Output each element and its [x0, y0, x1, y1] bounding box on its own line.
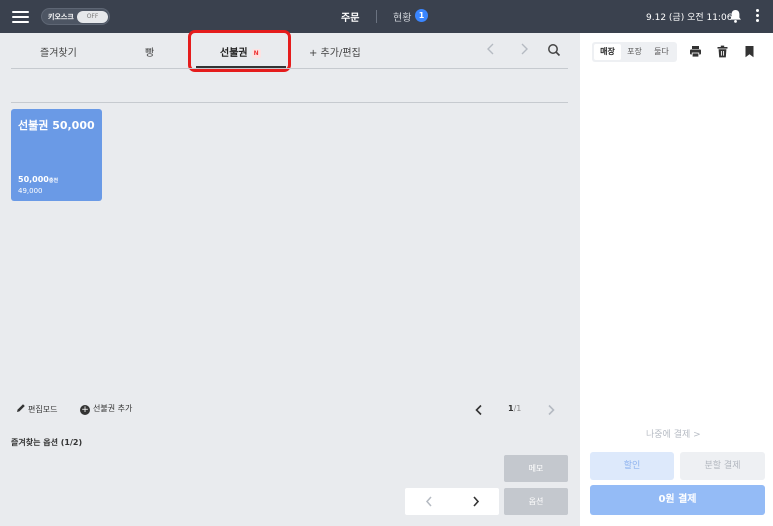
chevron-right-icon[interactable]	[517, 42, 531, 56]
options-prev-icon[interactable]	[424, 495, 434, 508]
top-bar: 키오스크 OFF 주문 현황 1 9.12 (금) 오전 11:06	[0, 0, 773, 33]
page-indicator: 1/1	[508, 404, 521, 413]
kiosk-label: 키오스크	[48, 13, 74, 21]
product-price-suffix: 충전	[48, 178, 59, 184]
split-payment-button[interactable]: 분할 결제	[680, 452, 765, 480]
plus-circle-icon: +	[80, 405, 90, 415]
top-divider	[376, 10, 377, 23]
product-name: 선불권 50,000	[18, 119, 95, 132]
datetime-label: 9.12 (금) 오전 11:06	[646, 13, 733, 23]
product-price-value: 50,000	[18, 175, 49, 184]
tab-add-edit[interactable]: + 추가/편집	[309, 44, 361, 59]
highlight-annotation	[188, 30, 291, 72]
product-tile[interactable]: 선불권 50,000 50,000충전 49,000	[11, 109, 102, 201]
order-type-selector: 매장 포장 둘다	[592, 42, 677, 62]
page-prev-icon[interactable]	[474, 404, 484, 416]
bell-icon[interactable]	[729, 9, 742, 23]
product-price: 50,000충전	[18, 175, 58, 184]
search-icon[interactable]	[547, 43, 561, 57]
options-button[interactable]: 옵션	[504, 488, 568, 515]
product-sub-price: 49,000	[18, 187, 43, 195]
edit-mode-button[interactable]: 편집모드	[16, 403, 57, 415]
add-prepaid-label: 선불권 추가	[93, 404, 133, 413]
hamburger-menu-icon[interactable]	[12, 11, 29, 23]
options-pager	[405, 488, 499, 515]
status-tab[interactable]: 현황	[393, 9, 411, 24]
trash-icon[interactable]	[716, 45, 729, 58]
printer-icon[interactable]	[689, 45, 702, 58]
pay-later-link[interactable]: 나중에 결제 >	[646, 427, 701, 440]
order-tab[interactable]: 주문	[341, 9, 359, 24]
page-total: /1	[513, 404, 522, 413]
tabs-divider	[11, 68, 568, 69]
favorite-options-label: 즐겨찾는 옵션 (1/2)	[11, 438, 83, 447]
segment-both[interactable]: 둘다	[648, 44, 675, 60]
order-panel: 매장 포장 둘다 나중에 결제 > 할인 분할 결제 0원 결제	[580, 33, 773, 526]
segment-takeout[interactable]: 포장	[621, 44, 648, 60]
discount-button[interactable]: 할인	[590, 452, 674, 480]
more-options-icon[interactable]	[756, 9, 759, 23]
pencil-icon	[17, 404, 25, 412]
page-next-icon[interactable]	[546, 404, 556, 416]
status-count-badge: 1	[415, 9, 428, 22]
tab-bread[interactable]: 빵	[145, 44, 154, 59]
content-divider	[11, 102, 568, 103]
edit-mode-label: 편집모드	[28, 405, 58, 414]
kiosk-toggle-switch[interactable]: 키오스크 OFF	[41, 8, 110, 25]
kiosk-toggle-state[interactable]: OFF	[77, 11, 108, 23]
tab-favorites[interactable]: 즐겨찾기	[40, 44, 77, 59]
memo-button[interactable]: 메모	[504, 455, 568, 482]
segment-dine-in[interactable]: 매장	[594, 44, 621, 60]
chevron-left-icon[interactable]	[484, 42, 498, 56]
add-prepaid-button[interactable]: + 선불권 추가	[80, 403, 132, 415]
options-next-icon[interactable]	[471, 495, 481, 508]
bookmark-icon[interactable]	[743, 45, 756, 58]
pay-button[interactable]: 0원 결제	[590, 485, 765, 515]
